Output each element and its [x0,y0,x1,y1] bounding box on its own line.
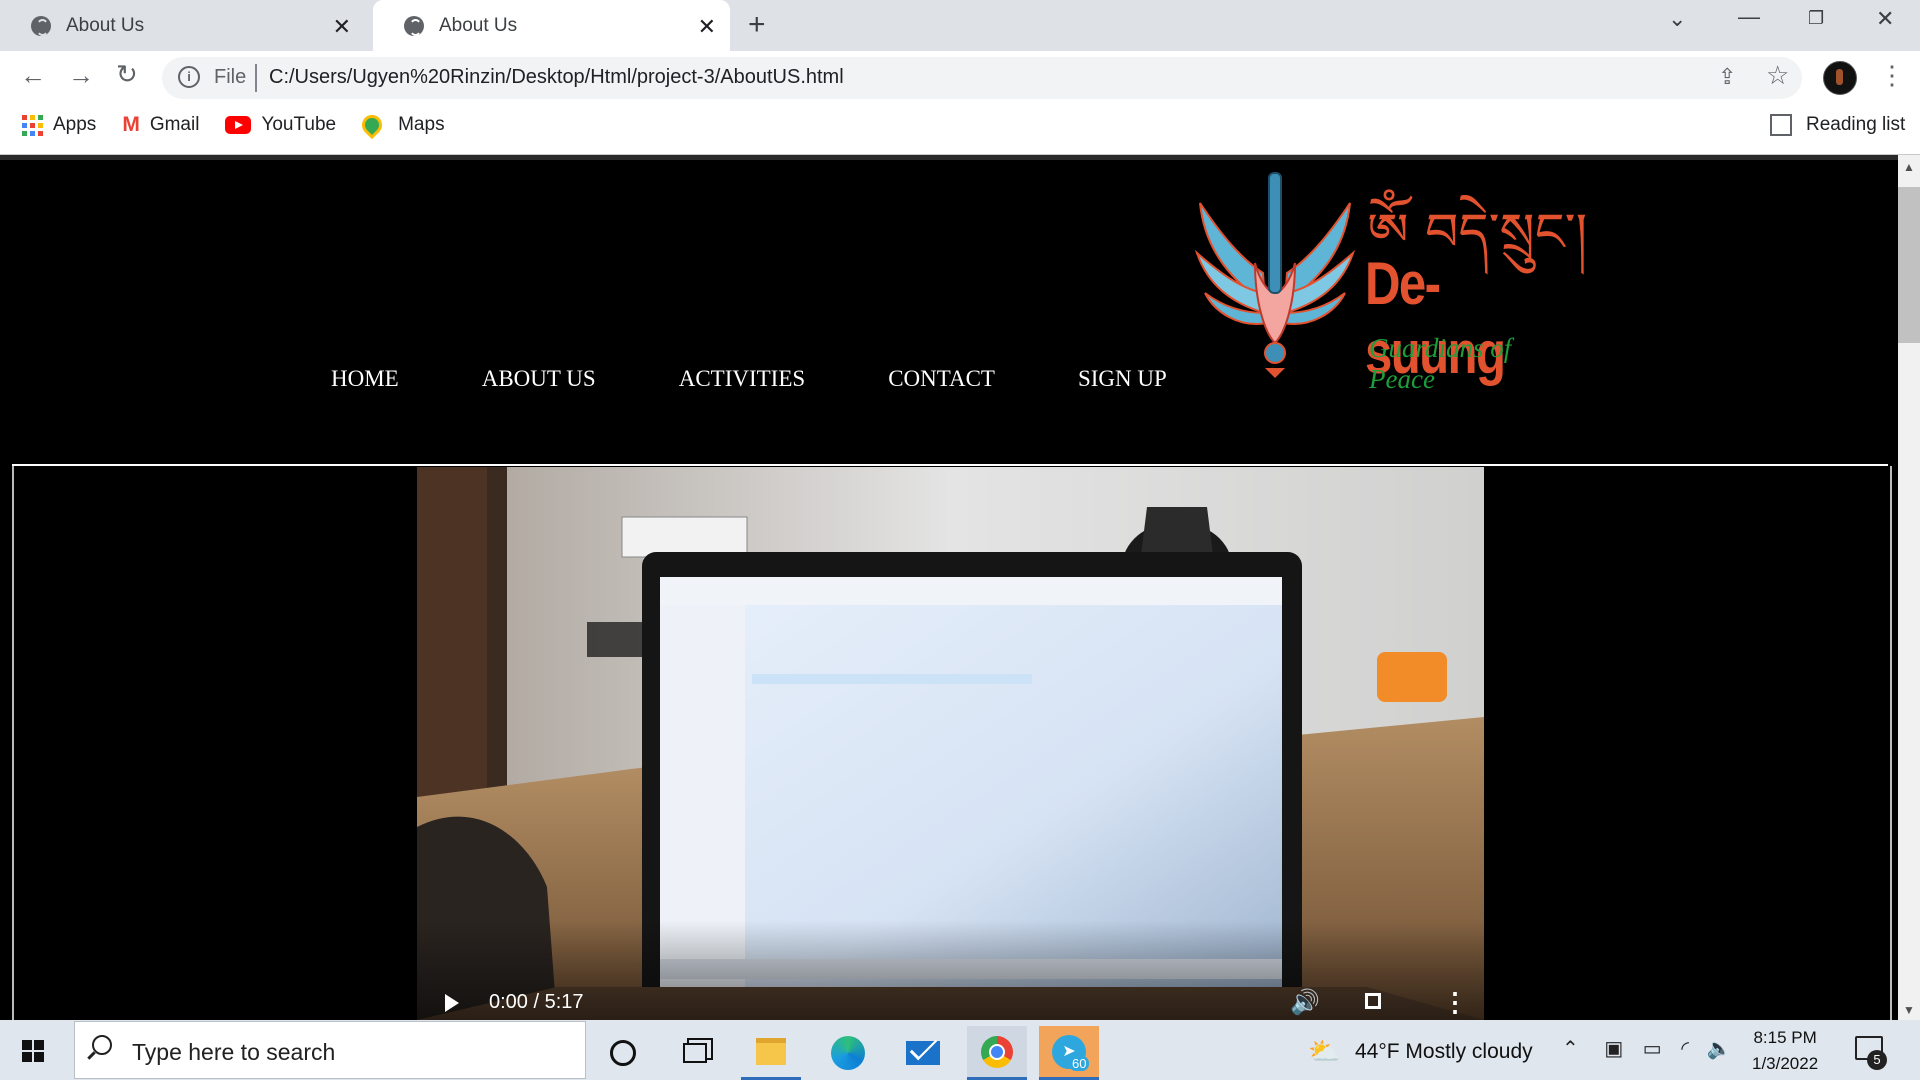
clock-time: 8:15 PM [1753,1028,1817,1047]
nav-about-us[interactable]: ABOUT US [482,366,596,392]
nav-home[interactable]: HOME [331,366,399,392]
tab-title: About Us [439,14,518,36]
windows-start-icon[interactable] [22,1040,44,1062]
system-tray: ⌃ ▣ ▭ ◜ 🔈 [1562,1036,1731,1061]
scrollbar-thumb[interactable] [1898,187,1920,343]
bookmark-label: Maps [398,114,445,135]
bookmark-star-icon[interactable]: ☆ [1766,60,1789,91]
notification-count-badge: 5 [1867,1050,1887,1070]
info-icon[interactable]: i [178,66,200,88]
bookmark-gmail[interactable]: M Gmail [122,113,199,137]
file-scheme-chip: File [214,66,247,88]
share-icon[interactable]: ⇪ [1718,64,1736,90]
weather-cloudy-icon[interactable]: ⛅ [1308,1036,1340,1067]
play-icon[interactable] [445,994,459,1012]
bookmark-youtube[interactable]: YouTube [225,114,336,136]
reading-list-icon [1770,114,1792,136]
taskbar-clock[interactable]: 8:15 PM 1/3/2022 [1752,1025,1818,1077]
header-top-strip [0,155,1898,160]
reading-list-label: Reading list [1806,114,1906,135]
bookmark-label: Apps [53,114,97,135]
profile-avatar[interactable] [1823,61,1857,95]
url-text[interactable]: C:/Users/Ugyen%20Rinzin/Desktop/Html/pro… [269,66,844,89]
chrome-icon[interactable] [967,1026,1027,1080]
bookmark-maps[interactable]: Maps [357,110,445,140]
volume-icon[interactable]: 🔊 [1290,988,1320,1017]
edge-icon[interactable] [818,1026,878,1080]
site-nav: HOME ABOUT US ACTIVITIES CONTACT SIGN UP [331,366,1250,392]
tab-search-chevron-icon[interactable]: ⌄ [1668,6,1686,32]
fullscreen-icon[interactable] [1365,993,1381,1009]
apps-grid-icon [22,114,43,136]
taskbar-search-placeholder: Type here to search [132,1039,336,1065]
show-hidden-icons-chevron-icon[interactable]: ⌃ [1562,1038,1579,1060]
bookmark-apps[interactable]: Apps [22,114,96,136]
video-menu-kebab-icon[interactable]: ⋮ [1442,987,1468,1018]
logo-tagline: Guardians of Peace [1369,333,1512,394]
bookmarks-bar: Apps M Gmail YouTube Maps [0,109,471,141]
video-player[interactable]: 0:00 / 5:17 🔊 ⋮ [417,467,1484,1020]
bookmark-label: YouTube [261,114,337,135]
reading-list-button[interactable]: Reading list [1770,114,1905,136]
volume-icon[interactable]: 🔈 [1707,1038,1732,1060]
page-viewport: HOME ABOUT US ACTIVITIES CONTACT SIGN UP… [0,155,1898,1020]
tab-title: About Us [66,14,145,36]
cortana-icon[interactable] [593,1026,653,1080]
minimize-icon[interactable]: — [1738,4,1760,30]
weather-text[interactable]: 44°F Mostly cloudy [1355,1040,1533,1064]
battery-icon[interactable]: ▭ [1643,1038,1662,1060]
wifi-icon[interactable]: ◜ [1681,1038,1689,1060]
scroll-up-arrow-icon[interactable]: ▲ [1903,160,1915,174]
scroll-down-arrow-icon[interactable]: ▼ [1903,1003,1915,1017]
clock-date: 1/3/2022 [1752,1054,1819,1073]
video-time: 0:00 / 5:17 [489,991,584,1013]
close-icon[interactable]: ✕ [333,14,351,40]
telegram-badge: 60 [1069,1056,1090,1071]
menu-kebab-icon[interactable]: ⋮ [1879,60,1905,91]
tab-about-us-2[interactable]: About Us ✕ [373,0,730,51]
youtube-icon [225,116,252,134]
forward-arrow-icon[interactable]: → [68,60,94,91]
file-explorer-icon[interactable] [741,1026,801,1080]
new-tab-button[interactable]: + [748,8,766,42]
back-arrow-icon[interactable]: ← [20,60,46,91]
nav-activities[interactable]: ACTIVITIES [679,366,805,392]
task-view-icon[interactable] [665,1026,725,1080]
gmail-icon: M [122,113,140,136]
meet-now-icon[interactable]: ▣ [1604,1038,1623,1060]
desuung-logo: ༀ བདེ་སྲུང་། De-suung Guardians of Peace [1194,163,1587,394]
close-icon[interactable]: ✕ [698,14,716,40]
reload-icon[interactable]: ↻ [116,59,138,90]
search-icon [92,1035,112,1055]
mail-icon[interactable] [893,1026,953,1080]
nav-contact[interactable]: CONTACT [888,366,995,392]
nav-sign-up[interactable]: SIGN UP [1078,366,1167,392]
tab-about-us-1[interactable]: About Us ✕ [0,0,365,51]
maps-pin-icon [357,110,387,140]
restore-icon[interactable]: ❐ [1808,8,1824,29]
address-separator [255,64,257,92]
window-close-icon[interactable]: ✕ [1876,6,1894,32]
bookmark-label: Gmail [149,114,200,135]
globe-icon [31,15,51,36]
globe-icon [404,15,424,36]
telegram-icon[interactable]: ➤ 60 [1039,1026,1099,1080]
